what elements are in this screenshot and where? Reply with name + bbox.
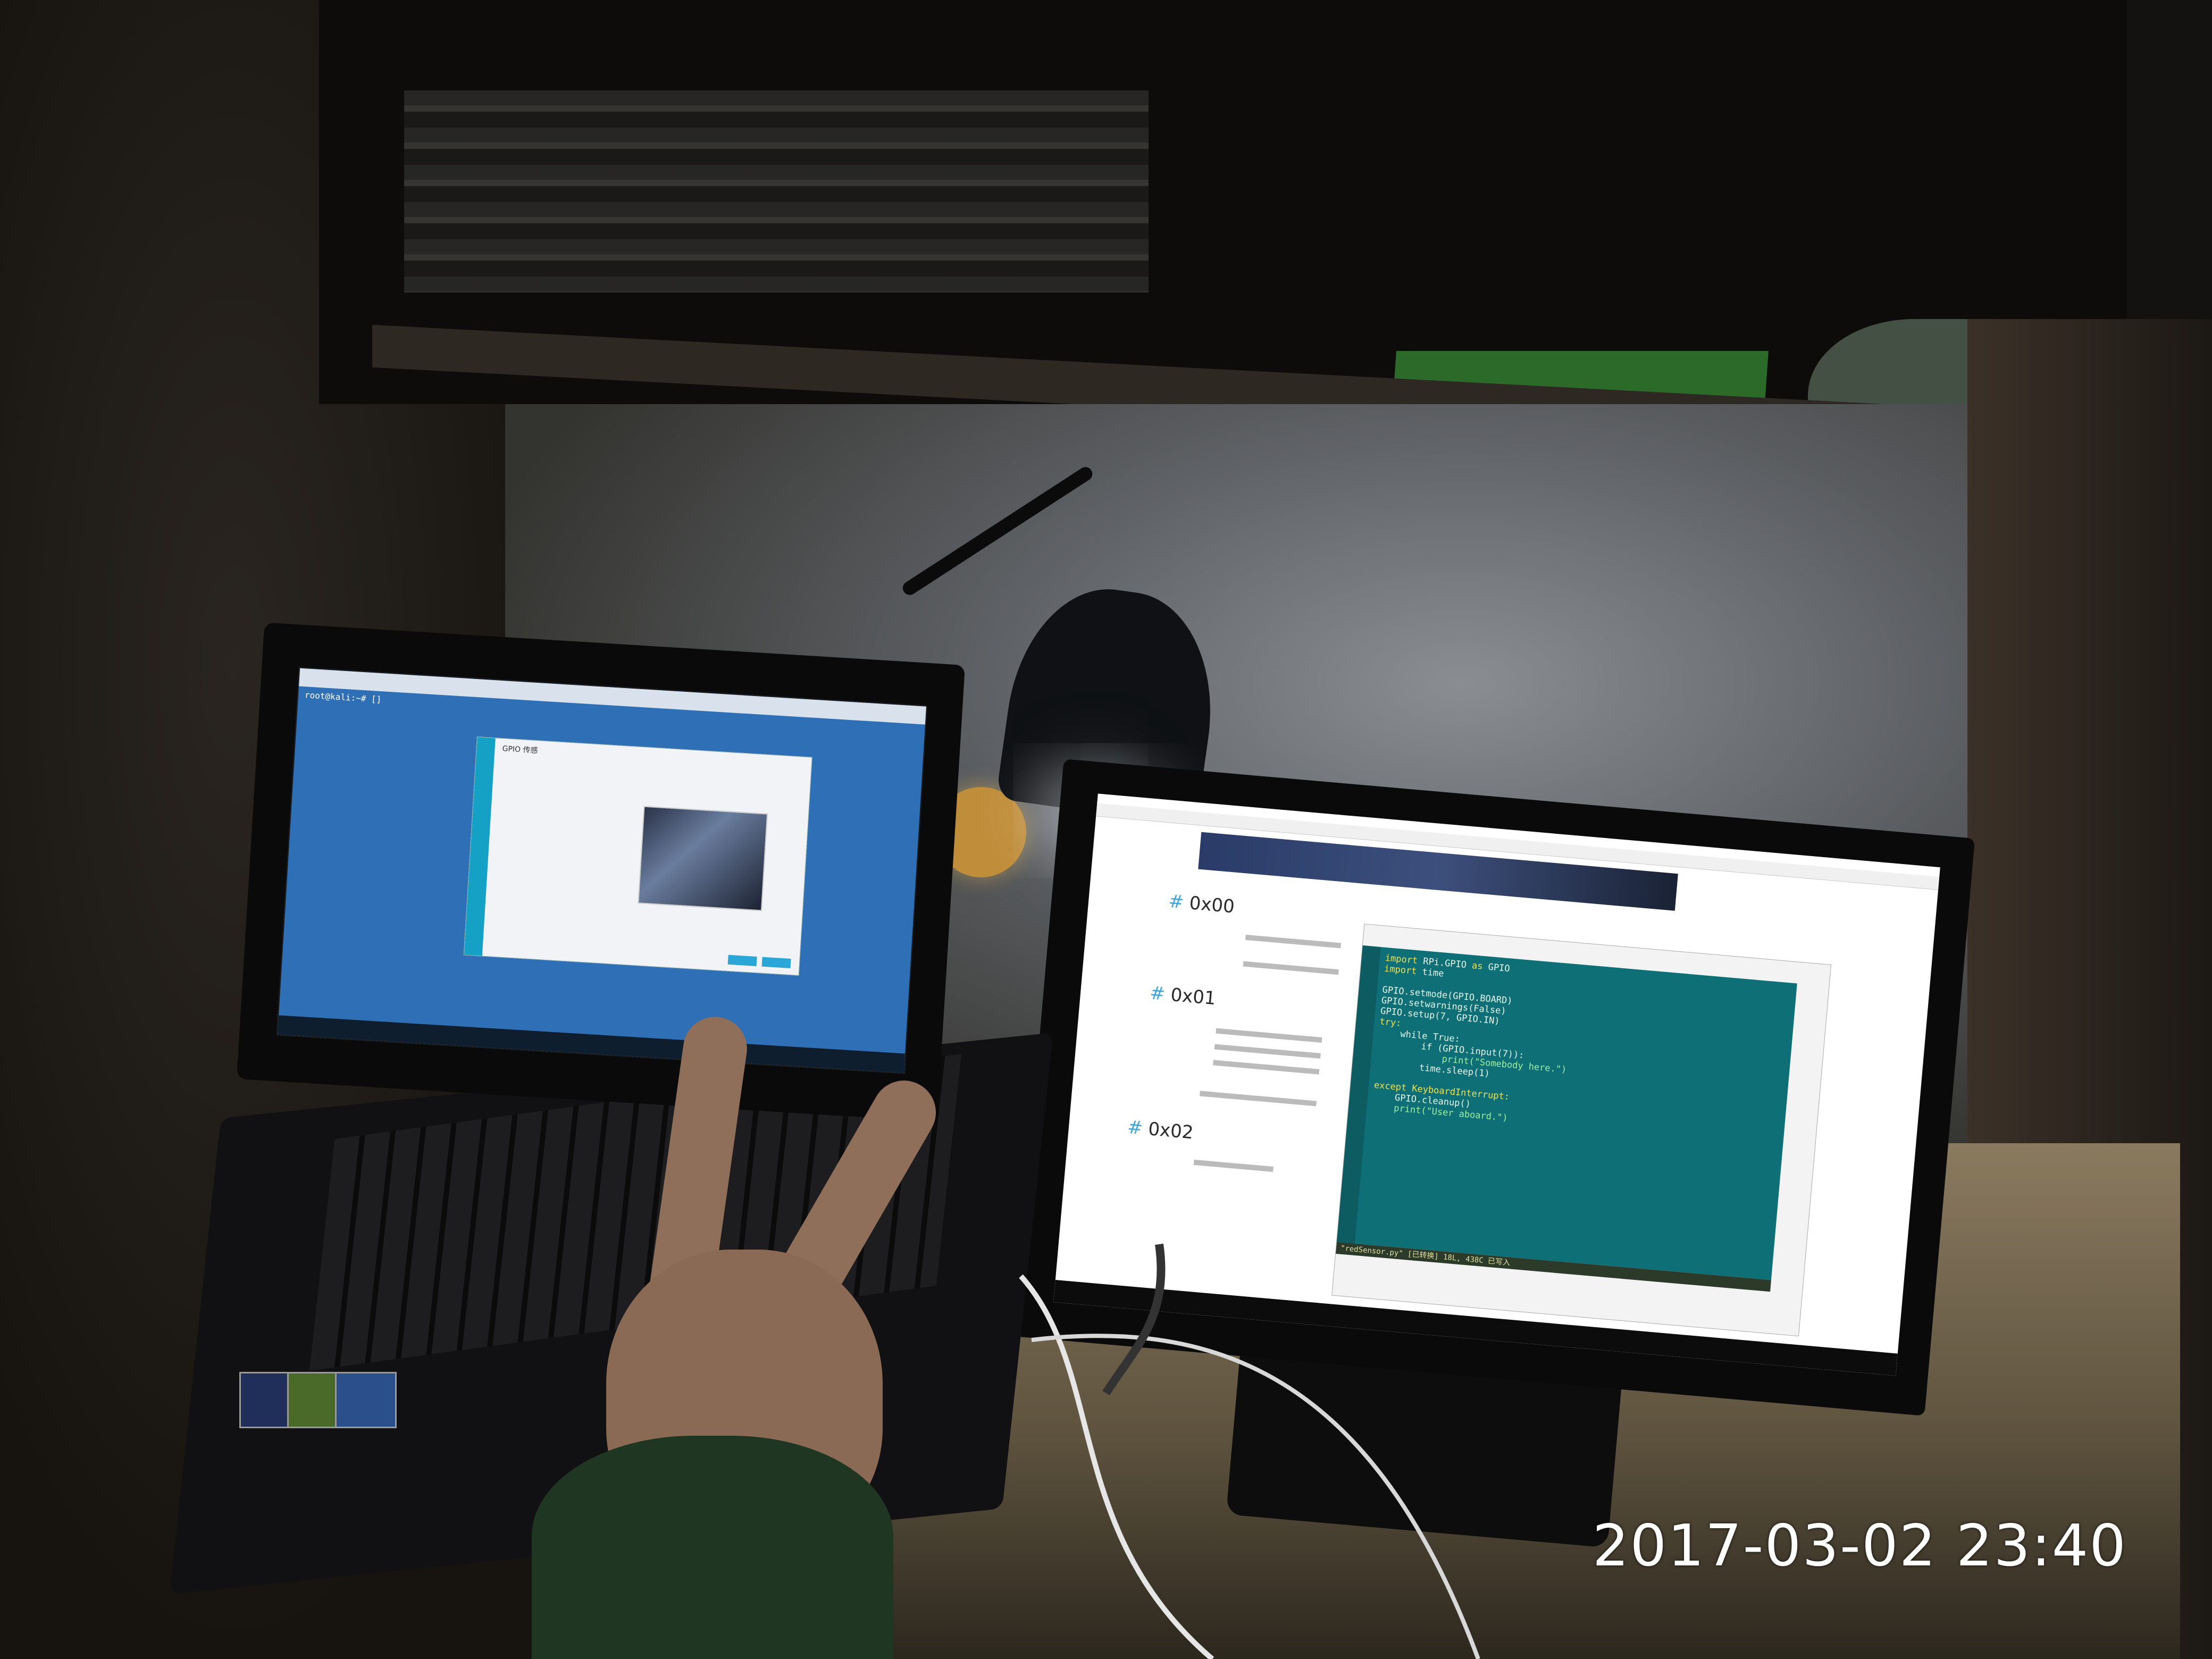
green-sleeve xyxy=(532,1436,893,1659)
article-paragraph xyxy=(1216,1028,1322,1043)
app-sidebar xyxy=(464,737,496,956)
article-heading: # 0x00 xyxy=(1167,890,1236,918)
laptop-app-window[interactable]: GPIO 传感 xyxy=(463,736,812,976)
article-paragraph xyxy=(1193,1159,1273,1172)
article-paragraph xyxy=(1214,1044,1321,1059)
books-on-shelf xyxy=(404,90,1149,292)
photo-timestamp: 2017-03-02 23:40 xyxy=(1592,1513,2127,1579)
camera-photo xyxy=(638,806,768,911)
article-paragraph xyxy=(1243,961,1339,975)
terminal-prompt[interactable]: root@kali:~# [] xyxy=(305,690,382,705)
dialog-button[interactable] xyxy=(761,957,791,968)
app-window-title: GPIO 传感 xyxy=(502,744,538,756)
article-heading: # 0x02 xyxy=(1126,1116,1195,1144)
cables xyxy=(1019,1243,1480,1659)
laptop-screen: root@kali:~# [] GPIO 传感 xyxy=(276,667,928,1074)
article-paragraph xyxy=(1245,934,1342,949)
sticker xyxy=(335,1372,397,1428)
dialog-button[interactable] xyxy=(727,954,757,967)
article-paragraph xyxy=(1200,1091,1317,1107)
article-heading: # 0x01 xyxy=(1149,982,1217,1010)
article-paragraph xyxy=(1213,1060,1320,1075)
